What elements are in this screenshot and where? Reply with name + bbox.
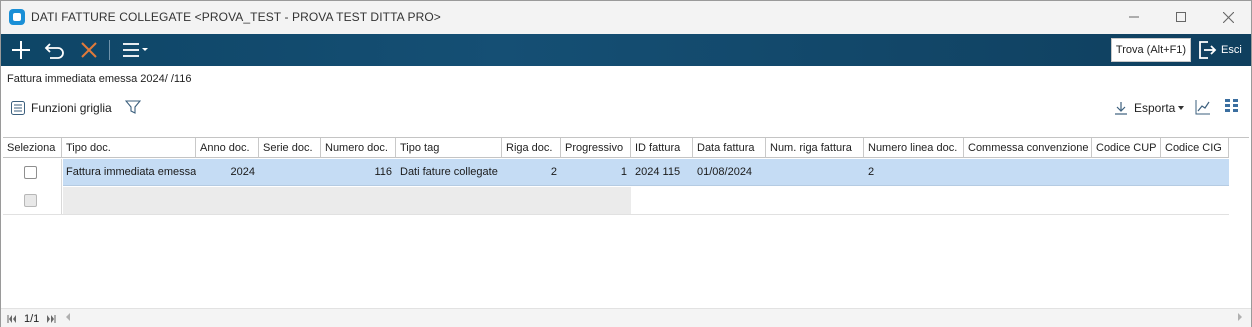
scroll-right-button[interactable] bbox=[1237, 312, 1247, 324]
column-header-numero-linea-doc[interactable]: Numero linea doc. bbox=[864, 138, 964, 158]
menu-button[interactable] bbox=[119, 38, 151, 62]
scroll-right-icon bbox=[1238, 313, 1242, 321]
filter-button[interactable] bbox=[124, 99, 142, 115]
title-bar: DATI FATTURE COLLEGATE <PROVA_TEST - PRO… bbox=[1, 1, 1251, 34]
chart-button[interactable] bbox=[1195, 99, 1211, 115]
pager: 1/1 bbox=[5, 311, 58, 326]
column-header-riga-doc[interactable]: Riga doc. bbox=[502, 138, 561, 158]
new-row-placeholder[interactable] bbox=[63, 187, 631, 214]
column-header-commessa-convenzione[interactable]: Commessa convenzione bbox=[964, 138, 1092, 158]
column-header-serie-doc[interactable]: Serie doc. bbox=[259, 138, 321, 158]
minimize-button[interactable] bbox=[1111, 5, 1157, 29]
column-header-tipo-doc[interactable]: Tipo doc. bbox=[62, 138, 196, 158]
plus-icon bbox=[12, 41, 30, 59]
chart-icon bbox=[1195, 100, 1210, 115]
last-page-icon bbox=[47, 314, 56, 323]
cell-num-riga-fattura[interactable] bbox=[766, 159, 864, 186]
first-page-button[interactable] bbox=[5, 314, 19, 323]
cell-commessa-convenzione[interactable] bbox=[964, 159, 1092, 186]
delete-button[interactable] bbox=[77, 38, 101, 62]
grid-view-icon bbox=[1225, 99, 1238, 112]
new-row-checkbox bbox=[24, 194, 37, 207]
page-indicator: 1/1 bbox=[24, 312, 40, 325]
delete-icon bbox=[81, 42, 97, 58]
main-toolbar: Trova (Alt+F1) Esci bbox=[1, 34, 1251, 66]
column-header-seleziona[interactable]: Seleziona bbox=[3, 138, 62, 158]
minimize-icon bbox=[1129, 16, 1139, 18]
close-icon bbox=[1222, 11, 1234, 23]
filter-icon bbox=[124, 100, 142, 114]
undo-icon bbox=[44, 43, 64, 59]
maximize-button[interactable] bbox=[1158, 5, 1204, 29]
exit-button[interactable]: Esci bbox=[1197, 38, 1249, 62]
maximize-icon bbox=[1176, 12, 1186, 22]
data-grid: Seleziona Tipo doc. Anno doc. Serie doc.… bbox=[3, 137, 1249, 307]
cell-tipo-doc[interactable]: Fattura immediata emessa bbox=[62, 159, 196, 186]
find-button[interactable]: Trova (Alt+F1) bbox=[1111, 38, 1191, 62]
cell-riga-doc[interactable]: 2 bbox=[502, 159, 561, 186]
grid-view-button[interactable] bbox=[1225, 99, 1241, 115]
exit-label: Esci bbox=[1221, 44, 1242, 56]
export-button[interactable]: Esporta bbox=[1114, 99, 1185, 117]
column-header-data-fattura[interactable]: Data fattura bbox=[693, 138, 766, 158]
column-header-anno-doc[interactable]: Anno doc. bbox=[196, 138, 259, 158]
grid-footer: 1/1 bbox=[1, 308, 1251, 327]
menu-icon bbox=[123, 43, 148, 57]
row-divider bbox=[3, 214, 1229, 215]
cell-codice-cup[interactable] bbox=[1092, 159, 1161, 186]
close-button[interactable] bbox=[1205, 5, 1251, 29]
row-select-checkbox[interactable] bbox=[24, 166, 37, 179]
scroll-left-icon bbox=[66, 313, 70, 321]
cell-id-fattura[interactable]: 2024 115 bbox=[631, 159, 693, 186]
window-title: DATI FATTURE COLLEGATE <PROVA_TEST - PRO… bbox=[31, 10, 441, 24]
export-label: Esporta bbox=[1134, 101, 1176, 115]
scroll-left-button[interactable] bbox=[65, 312, 75, 324]
undo-button[interactable] bbox=[43, 38, 67, 62]
list-icon bbox=[11, 101, 25, 115]
column-header-id-fattura[interactable]: ID fattura bbox=[631, 138, 693, 158]
grid-functions-button[interactable]: Funzioni griglia bbox=[11, 99, 112, 117]
last-page-button[interactable] bbox=[44, 314, 58, 323]
app-window: DATI FATTURE COLLEGATE <PROVA_TEST - PRO… bbox=[0, 0, 1252, 327]
app-logo-icon bbox=[9, 9, 25, 25]
first-page-icon bbox=[7, 314, 16, 323]
cell-numero-doc[interactable]: 116 bbox=[321, 159, 396, 186]
cell-tipo-tag[interactable]: Dati fature collegate bbox=[396, 159, 502, 186]
cell-serie-doc[interactable] bbox=[259, 159, 321, 186]
column-header-numero-doc[interactable]: Numero doc. bbox=[321, 138, 396, 158]
add-button[interactable] bbox=[9, 38, 33, 62]
cell-codice-cig[interactable] bbox=[1161, 159, 1229, 186]
column-header-codice-cup[interactable]: Codice CUP bbox=[1092, 138, 1161, 158]
cell-anno-doc[interactable]: 2024 bbox=[196, 159, 259, 186]
column-header-progressivo[interactable]: Progressivo bbox=[561, 138, 631, 158]
column-header-tipo-tag[interactable]: Tipo tag bbox=[396, 138, 502, 158]
grid-functions-label: Funzioni griglia bbox=[31, 101, 112, 115]
cell-progressivo[interactable]: 1 bbox=[561, 159, 631, 186]
cell-data-fattura[interactable]: 01/08/2024 bbox=[693, 159, 766, 186]
exit-icon bbox=[1199, 41, 1217, 59]
column-header-num-riga-fattura[interactable]: Num. riga fattura bbox=[766, 138, 864, 158]
download-icon bbox=[1115, 102, 1127, 115]
cell-numero-linea-doc[interactable]: 2 bbox=[864, 159, 964, 186]
column-header-codice-cig[interactable]: Codice CIG bbox=[1161, 138, 1229, 158]
chevron-down-icon bbox=[1178, 106, 1185, 110]
toolbar-separator bbox=[109, 40, 110, 60]
document-title: Fattura immediata emessa 2024/ /116 bbox=[7, 73, 192, 85]
